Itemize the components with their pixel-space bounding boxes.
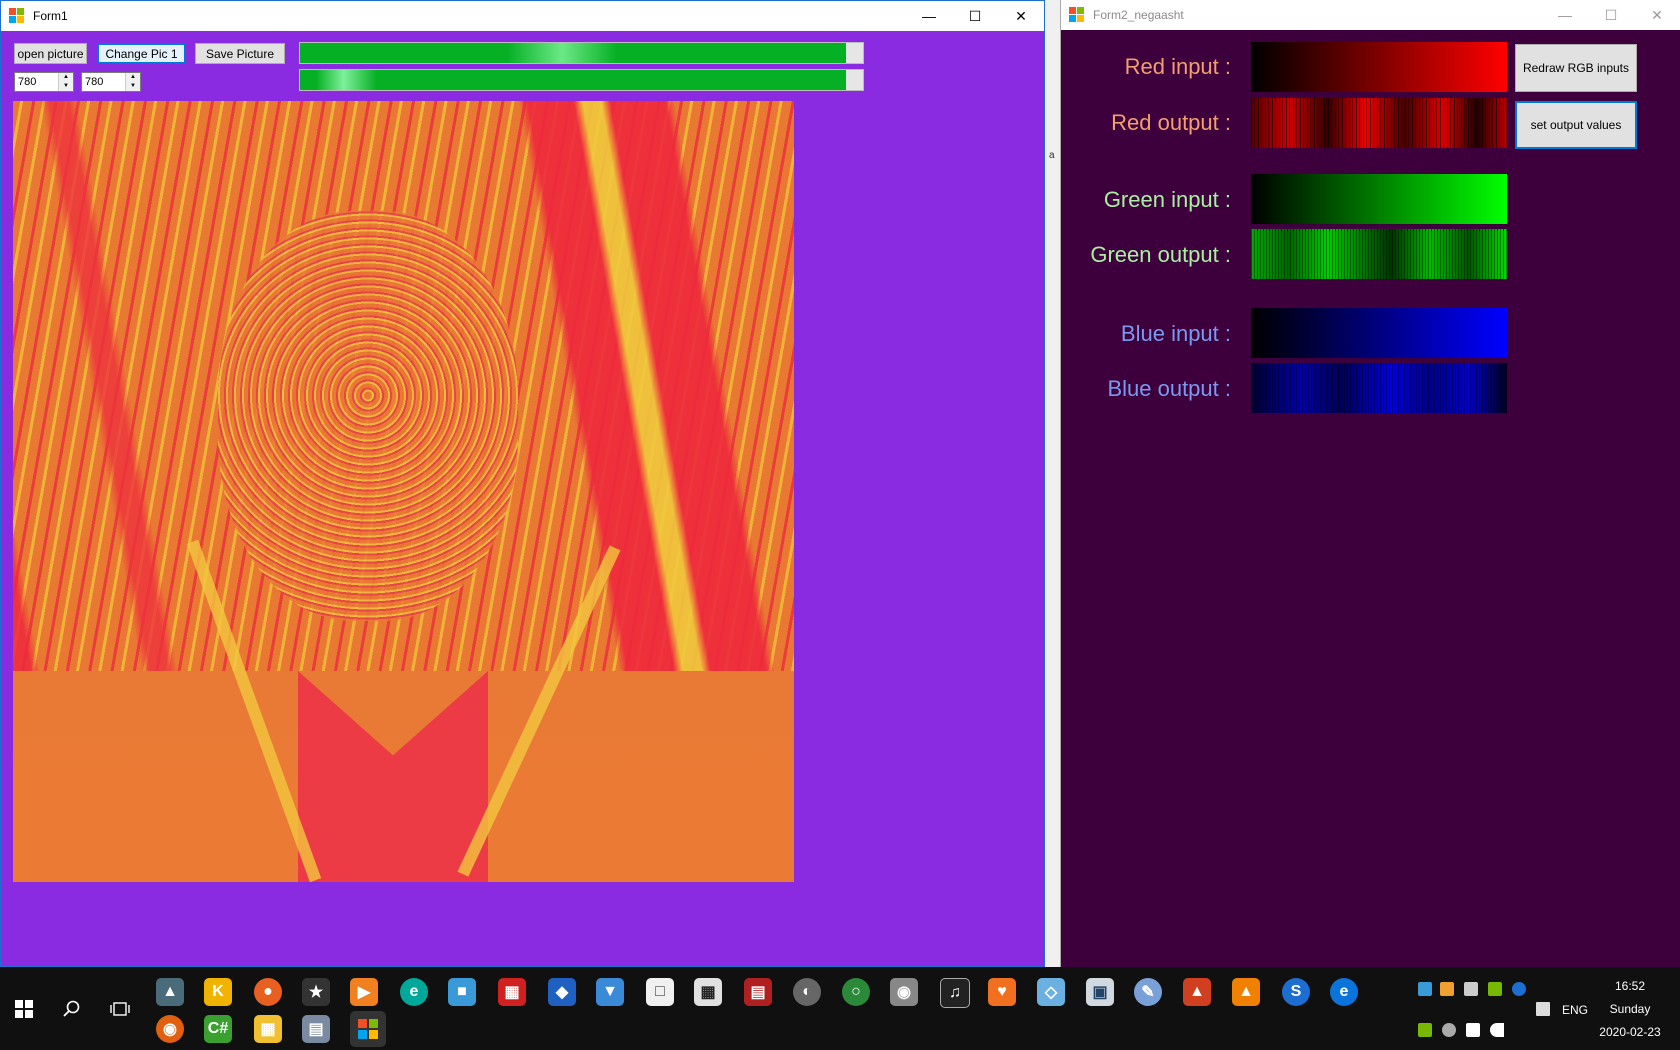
redraw-rgb-inputs-button[interactable]: Redraw RGB inputs	[1515, 44, 1637, 92]
progress-bar-1	[299, 42, 864, 64]
file-explorer-icon[interactable]: ▦	[254, 1015, 282, 1043]
picture-box	[13, 101, 794, 882]
tray-icon[interactable]	[1440, 982, 1454, 996]
green-input-bar	[1251, 174, 1507, 224]
app-pin-icon[interactable]: ◉	[890, 978, 918, 1006]
green-input-label: Green input :	[1103, 187, 1231, 212]
edge-icon[interactable]: e	[1330, 978, 1358, 1006]
spin-down-icon[interactable]: ▼	[59, 82, 73, 91]
paint-icon[interactable]: ✎	[1134, 978, 1162, 1006]
width-value[interactable]: 780	[15, 76, 58, 88]
clock-time[interactable]: 16:52	[1590, 979, 1670, 993]
app-pin-icon[interactable]: ■	[448, 978, 476, 1006]
calculator-icon[interactable]: ▦	[694, 978, 722, 1006]
form2-window: Form2_negaasht — ☐ ✕ Red input : Redraw …	[1060, 0, 1680, 967]
red-input-label: Red input :	[1124, 54, 1231, 79]
form1-client: open picture Change Pic 1 Save Picture 7…	[1, 31, 1044, 966]
document-icon[interactable]: □	[646, 978, 674, 1006]
progress-bar-2	[299, 69, 864, 91]
set-output-values-button[interactable]: set output values	[1515, 101, 1637, 149]
minimize-icon[interactable]: —	[906, 1, 952, 31]
height-value[interactable]: 780	[82, 76, 125, 88]
change-pic-button[interactable]: Change Pic 1	[97, 43, 186, 64]
form2-client: Red input : Redraw RGB inputs Red output…	[1061, 30, 1680, 967]
app-pin-icon[interactable]: ▲	[156, 978, 184, 1006]
height-spinner[interactable]: 780 ▲ ▼	[81, 72, 141, 92]
green-output-bar	[1251, 229, 1507, 279]
window-title: Form1	[33, 9, 68, 23]
app-icon	[9, 8, 25, 24]
app-pin-icon[interactable]: ●	[254, 978, 282, 1006]
clock-day[interactable]: Sunday	[1590, 1002, 1670, 1016]
app-pin-icon[interactable]: ◇	[1037, 978, 1065, 1006]
blue-input-label: Blue input :	[1120, 321, 1231, 346]
picture-face-region	[218, 211, 518, 621]
app-pin-icon[interactable]: ◆	[548, 978, 576, 1006]
windows-start-icon[interactable]	[0, 967, 48, 1050]
width-spinner[interactable]: 780 ▲ ▼	[14, 72, 74, 92]
gap-label: a	[1049, 150, 1055, 161]
open-picture-button[interactable]: open picture	[14, 43, 87, 64]
spin-down-icon[interactable]: ▼	[126, 82, 140, 91]
info-icon[interactable]	[1512, 982, 1526, 996]
tray-icon[interactable]	[1464, 982, 1478, 996]
notification-icon[interactable]	[1536, 1002, 1550, 1016]
form2-titlebar[interactable]: Form2_negaasht — ☐ ✕	[1061, 0, 1680, 30]
app-pin-icon[interactable]: ▼	[596, 978, 624, 1006]
app-pin-icon[interactable]: ★	[302, 978, 330, 1006]
close-icon[interactable]: ✕	[998, 1, 1044, 31]
blue-output-label: Blue output :	[1107, 376, 1231, 401]
onedrive-icon[interactable]	[1442, 1023, 1456, 1037]
app-pin-icon[interactable]: ▲	[1183, 978, 1211, 1006]
green-output-label: Green output :	[1090, 242, 1231, 267]
running-app-icon[interactable]	[350, 1011, 386, 1047]
language-indicator[interactable]: ENG	[1560, 1003, 1590, 1017]
app-icon	[1069, 7, 1085, 23]
tray-icon[interactable]	[1418, 982, 1432, 996]
progress-fill-2	[300, 70, 847, 90]
blue-output-bar	[1251, 363, 1507, 413]
spin-up-icon[interactable]: ▲	[59, 73, 73, 82]
save-picture-button[interactable]: Save Picture	[195, 43, 285, 64]
taskbar: ▲ K ● ★ ▶ e ■ ▦ ◆ ▼ □ ▦ ▤ ◐ ○ ◉ ♫ ♥ ◇ ▣ …	[0, 967, 1680, 1050]
image-icon[interactable]: ▣	[1086, 978, 1114, 1006]
blue-input-bar	[1251, 308, 1507, 358]
desktop-gap: a	[1045, 0, 1061, 967]
progress-fill-1	[300, 43, 847, 63]
app-pin-icon[interactable]: ◐	[793, 978, 821, 1006]
red-output-bar	[1251, 98, 1507, 148]
minimize-icon[interactable]: —	[1542, 0, 1588, 30]
red-output-label: Red output :	[1111, 110, 1231, 135]
close-icon[interactable]: ✕	[1634, 0, 1680, 30]
task-view-icon[interactable]	[96, 967, 144, 1050]
app-pin-icon[interactable]: ▦	[498, 978, 526, 1006]
nvidia-icon[interactable]	[1488, 982, 1502, 996]
network-icon[interactable]	[1466, 1023, 1480, 1037]
app-pin-icon[interactable]: ▤	[744, 978, 772, 1006]
app-pin-icon[interactable]: ▶	[350, 978, 378, 1006]
volume-icon[interactable]	[1490, 1023, 1504, 1037]
search-icon[interactable]	[48, 967, 96, 1050]
maximize-icon[interactable]: ☐	[952, 1, 998, 31]
app-pin-icon[interactable]: K	[204, 978, 232, 1006]
firefox-icon[interactable]: ◉	[156, 1015, 184, 1043]
csharp-icon[interactable]: C#	[204, 1015, 232, 1043]
window-title: Form2_negaasht	[1093, 8, 1184, 22]
form1-window: Form1 — ☐ ✕ open picture Change Pic 1 Sa…	[0, 0, 1045, 967]
piano-icon[interactable]: ♫	[940, 978, 970, 1008]
spin-up-icon[interactable]: ▲	[126, 73, 140, 82]
app-pin-icon[interactable]: ♥	[988, 978, 1016, 1006]
form1-titlebar[interactable]: Form1 — ☐ ✕	[1, 1, 1044, 31]
maximize-icon[interactable]: ☐	[1588, 0, 1634, 30]
app-pin-icon[interactable]: S	[1282, 978, 1310, 1006]
app-pin-icon[interactable]: e	[400, 978, 428, 1006]
vlc-icon[interactable]: ▲	[1232, 978, 1260, 1006]
app-pin-icon[interactable]: ▤	[302, 1015, 330, 1043]
tray-icon[interactable]	[1418, 1023, 1432, 1037]
globe-icon[interactable]: ○	[842, 978, 870, 1006]
clock-date[interactable]: 2020-02-23	[1590, 1025, 1670, 1039]
red-input-bar	[1251, 42, 1507, 92]
